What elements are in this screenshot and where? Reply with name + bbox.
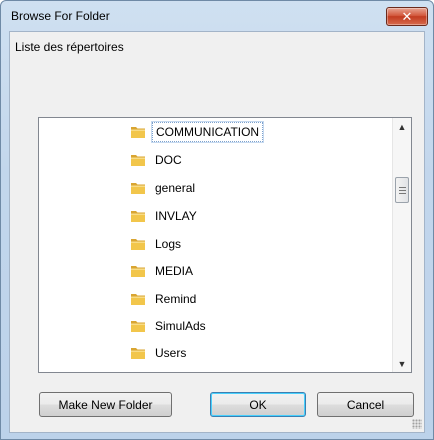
folder-icon — [131, 211, 145, 222]
tree-item-partial — [130, 366, 152, 373]
title-bar[interactable]: Browse For Folder ✕ — [1, 1, 433, 31]
tree-item-media[interactable]: MEDIA — [130, 260, 196, 282]
tree-item-label: Users — [155, 346, 187, 360]
down-arrow-icon: ▼ — [397, 358, 407, 369]
tree-item-doc[interactable]: DOC — [130, 149, 185, 171]
tree-vertical-scrollbar[interactable]: ▲ ▼ — [392, 118, 411, 372]
browse-for-folder-dialog: Browse For Folder ✕ Liste des répertoire… — [0, 0, 434, 440]
close-button[interactable]: ✕ — [386, 7, 428, 26]
scroll-down-button[interactable]: ▼ — [393, 355, 411, 372]
scroll-thumb[interactable] — [395, 177, 409, 203]
tree-item-invlay[interactable]: INVLAY — [130, 205, 200, 227]
tree-item-general[interactable]: general — [130, 177, 198, 199]
folder-icon — [131, 348, 145, 359]
dialog-description: Liste des répertoires — [15, 40, 124, 54]
close-icon: ✕ — [401, 8, 413, 24]
folder-icon — [131, 266, 145, 277]
resize-grip[interactable] — [412, 419, 422, 429]
folder-tree-view[interactable]: COMMUNICATION DOC general INVLAY Logs ME… — [38, 117, 412, 373]
folder-icon — [131, 183, 145, 194]
tree-item-label: INVLAY — [155, 209, 197, 223]
folder-icon — [130, 370, 146, 373]
folder-icon — [131, 155, 145, 166]
folder-icon — [131, 239, 145, 250]
tree-item-label: SimulAds — [155, 319, 206, 333]
folder-icon — [131, 321, 145, 332]
tree-item-label: general — [155, 181, 196, 195]
folder-tree-rows: COMMUNICATION DOC general INVLAY Logs ME… — [39, 118, 392, 372]
folder-icon — [131, 127, 145, 138]
tree-item-logs[interactable]: Logs — [130, 233, 184, 255]
tree-item-label: COMMUNICATION — [150, 121, 265, 143]
tree-item-label: Logs — [155, 237, 182, 251]
tree-item-users[interactable]: Users — [130, 342, 189, 364]
ok-button[interactable]: OK — [210, 392, 306, 417]
tree-item-label: DOC — [155, 153, 182, 167]
up-arrow-icon: ▲ — [397, 121, 407, 132]
cancel-button[interactable]: Cancel — [317, 392, 414, 417]
tree-item-label: Remind — [155, 292, 197, 306]
window-title: Browse For Folder — [11, 9, 110, 23]
tree-item-label: MEDIA — [155, 264, 194, 278]
scroll-up-button[interactable]: ▲ — [393, 118, 411, 135]
make-new-folder-button[interactable]: Make New Folder — [39, 392, 172, 417]
tree-item-communication[interactable]: COMMUNICATION — [130, 121, 265, 143]
tree-item-remind[interactable]: Remind — [130, 288, 199, 310]
grip-icon — [398, 186, 406, 194]
tree-item-simulads[interactable]: SimulAds — [130, 315, 209, 337]
folder-icon — [131, 294, 145, 305]
